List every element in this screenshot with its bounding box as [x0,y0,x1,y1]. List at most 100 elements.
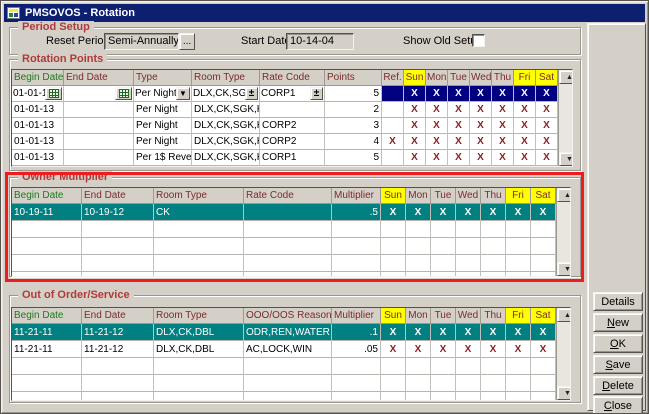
grid-cell[interactable] [82,272,154,277]
grid-cell[interactable]: Per 1$ Revenu [134,150,192,166]
grid-cell[interactable]: X [470,102,492,118]
grid-cell[interactable] [82,375,154,392]
grid-cell[interactable] [244,238,332,255]
grid-cell[interactable] [431,358,456,375]
reset-period-ellipsis-button[interactable]: ... [179,33,195,50]
grid-cell[interactable]: X [481,341,506,358]
grid-cell[interactable]: 11-21-11 [12,341,82,358]
grid-cell[interactable] [154,392,244,401]
grid-cell[interactable] [244,392,332,401]
grid-cell[interactable]: 10-19-11 [12,204,82,221]
grid-cell[interactable]: X [531,341,556,358]
grid-cell[interactable]: X [470,118,492,134]
grid-cell[interactable] [506,358,531,375]
grid-cell[interactable] [506,392,531,401]
grid-cell[interactable] [154,238,244,255]
grid-cell[interactable] [82,358,154,375]
grid-cell[interactable] [481,375,506,392]
grid-cell[interactable] [64,86,134,102]
grid-cell[interactable]: X [448,150,470,166]
grid-cell[interactable] [481,255,506,272]
grid-cell[interactable] [154,255,244,272]
grid-cell[interactable]: X [506,324,531,341]
grid-cell[interactable] [406,221,431,238]
grid-cell[interactable] [531,375,556,392]
grid-cell[interactable]: .5 [332,204,381,221]
grid-cell[interactable]: Per Night [134,102,192,118]
grid-cell[interactable] [531,221,556,238]
grid-cell[interactable]: X [448,86,470,102]
grid-cell[interactable]: X [456,324,481,341]
grid-cell[interactable]: X [514,118,536,134]
grid-cell[interactable] [481,358,506,375]
grid-cell[interactable]: X [492,118,514,134]
grid-cell[interactable] [244,358,332,375]
grid-cell[interactable]: 5 [325,86,382,102]
grid-cell[interactable]: DLX,CK,SGK,K( [192,118,260,134]
scroll-up-button[interactable]: ▲ [557,308,571,322]
grid-cell[interactable]: X [406,204,431,221]
grid-cell[interactable]: DLX,CK,SGK,K( [192,150,260,166]
save-button[interactable]: Save [593,355,643,374]
grid-cell[interactable] [332,221,381,238]
grid-cell[interactable] [456,392,481,401]
details-button[interactable]: Details [593,292,643,311]
grid-cell[interactable] [456,358,481,375]
grid-cell[interactable] [244,204,332,221]
grid-cell[interactable]: 11-21-11 [12,324,82,341]
grid-cell[interactable] [382,150,404,166]
grid-cell[interactable]: X [426,118,448,134]
grid-cell[interactable]: X [492,86,514,102]
grid-cell[interactable]: X [448,134,470,150]
start-date-field[interactable]: 10-14-04 [286,33,354,50]
grid-cell[interactable] [381,272,406,277]
grid-cell[interactable] [456,375,481,392]
grid-cell[interactable]: 4 [325,134,382,150]
grid-cell[interactable]: X [381,341,406,358]
grid-cell[interactable]: CORP1 [260,150,325,166]
grid-cell[interactable] [64,150,134,166]
grid-cell[interactable]: X [536,118,558,134]
grid-cell[interactable] [12,358,82,375]
grid-cell[interactable]: Per Night [134,134,192,150]
grid-cell[interactable]: X [492,102,514,118]
grid-cell[interactable] [531,255,556,272]
grid-cell[interactable] [431,375,456,392]
new-button[interactable]: New [593,313,643,332]
grid-cell[interactable] [332,375,381,392]
delete-button[interactable]: Delete [593,376,643,395]
grid-cell[interactable]: 01-01-13 [12,102,64,118]
grid-cell[interactable]: ODR,REN,WATER [244,324,332,341]
grid-cell[interactable] [531,238,556,255]
grid-cell[interactable] [431,221,456,238]
grid-cell[interactable] [260,102,325,118]
grid-cell[interactable]: X [404,86,426,102]
grid-cell[interactable] [12,255,82,272]
grid-cell[interactable]: X [406,341,431,358]
grid-cell[interactable]: DLX,CK,DBL [154,341,244,358]
grid-cell[interactable]: X [536,102,558,118]
grid-cell[interactable]: X [431,324,456,341]
grid-cell[interactable]: X [531,204,556,221]
grid-cell[interactable] [456,272,481,277]
scroll-down-button[interactable]: ▼ [559,152,573,166]
scroll-up-button[interactable]: ▲ [557,188,571,202]
scroll-up-button[interactable]: ▲ [559,70,573,84]
grid-cell[interactable]: X [470,134,492,150]
grid-cell[interactable]: 11-21-12 [82,341,154,358]
grid-cell[interactable]: X [536,150,558,166]
grid-cell[interactable] [506,375,531,392]
close-button[interactable]: Close [593,396,643,414]
grid-cell[interactable] [431,255,456,272]
grid-cell[interactable] [531,358,556,375]
grid-cell[interactable]: X [481,204,506,221]
grid-cell[interactable]: X [506,204,531,221]
grid-cell[interactable] [406,272,431,277]
grid-cell[interactable]: CORP2 [260,134,325,150]
grid-cell[interactable]: 5 [325,150,382,166]
grid-cell[interactable] [506,221,531,238]
grid-cell[interactable] [382,118,404,134]
grid-cell[interactable]: 2 [325,102,382,118]
reset-period-field[interactable]: Semi-Annually [104,33,179,50]
grid-cell[interactable]: 3 [325,118,382,134]
